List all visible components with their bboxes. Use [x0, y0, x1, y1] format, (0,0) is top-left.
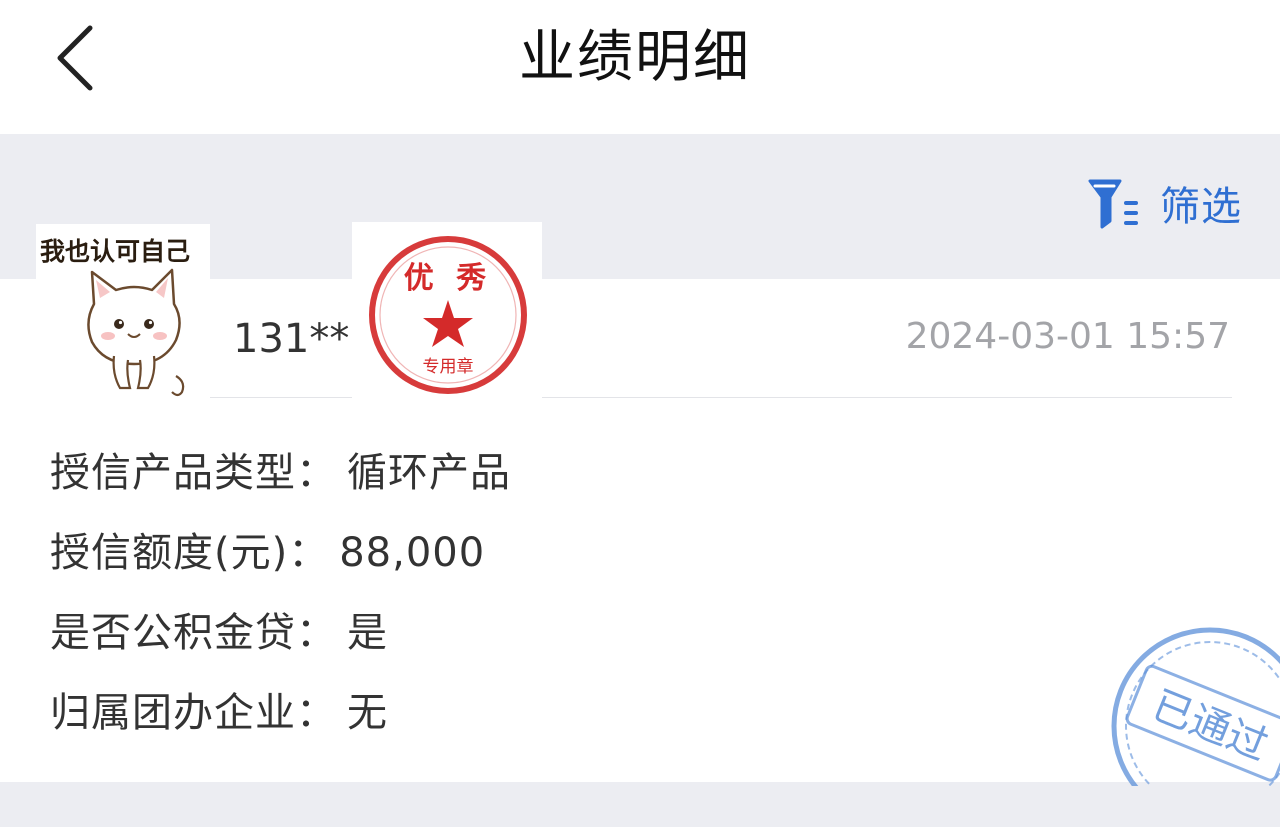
page-title: 业绩明细 [519, 25, 751, 90]
detail-row-housing-fund-loan: 是否公积金贷：是 [50, 600, 388, 658]
filter-button[interactable]: 筛选 [1084, 170, 1264, 236]
seal-bottom-text: 专用章 [423, 357, 474, 377]
record-timestamp: 2024-03-01 15:57 [905, 316, 1230, 357]
cat-sticker-icon [87, 268, 185, 397]
detail-value: 无 [347, 690, 388, 736]
sticker-caption: 我也认可自己 [40, 237, 191, 266]
detail-value: 是 [347, 610, 388, 656]
detail-row-credit-amount: 授信额度(元)： 88,000 [50, 520, 485, 578]
detail-row-affiliated-enterprise: 归属团办企业：无 [50, 680, 388, 738]
filter-icon [1088, 179, 1138, 229]
avatar: 我也认可自己 [36, 224, 210, 402]
detail-row-product-type: 授信产品类型： 循环产品 [50, 440, 511, 498]
seal-top-text: 优 秀 [404, 261, 492, 296]
detail-label: 授信产品类型： [50, 450, 337, 496]
detail-value: 88,000 [339, 530, 486, 576]
user-id: 131** [233, 316, 350, 362]
card-divider [48, 397, 1232, 398]
nav-header: 业绩明细 [0, 0, 1280, 134]
detail-label: 授信额度(元)： [50, 530, 330, 576]
approved-stamp: 已通过 [1100, 626, 1280, 786]
detail-label: 是否公积金贷： [50, 610, 337, 656]
filter-label: 筛选 [1160, 184, 1242, 230]
approved-stamp-icon: 已通过 [1111, 627, 1280, 786]
detail-label: 归属团办企业： [50, 690, 337, 736]
detail-value: 循环产品 [347, 450, 511, 496]
excellence-seal: 优 秀 专用章 [352, 222, 542, 404]
seal-stamp-icon: 优 秀 专用章 [369, 236, 527, 394]
